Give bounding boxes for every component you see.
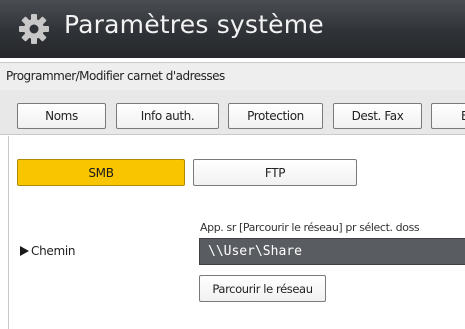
tab-partial[interactable]: E (431, 103, 465, 129)
tab-dest-fax[interactable]: Dest. Fax (333, 103, 422, 129)
tab-protection[interactable]: Protection (228, 103, 323, 129)
gear-icon (19, 14, 49, 44)
path-hint: App. sr [Parcourir le réseau] pr sélect.… (200, 221, 420, 234)
browse-network-button[interactable]: Parcourir le réseau (199, 275, 326, 302)
path-label: Chemin (20, 244, 76, 258)
page-subheader: Programmer/Modifier carnet d'adresses (0, 62, 465, 91)
arrow-right-icon (20, 246, 29, 256)
tab-bar: Noms Info auth. Protection Dest. Fax E (0, 90, 465, 135)
smb-button[interactable]: SMB (17, 159, 185, 186)
page-title: Programmer/Modifier carnet d'adresses (6, 69, 225, 83)
path-label-text: Chemin (31, 244, 76, 258)
path-input[interactable]: \\User\Share (199, 238, 465, 265)
title-bar: Paramètres système (0, 0, 465, 58)
window-title: Paramètres système (64, 10, 324, 39)
tab-noms[interactable]: Noms (17, 103, 106, 129)
tab-info-auth[interactable]: Info auth. (116, 103, 219, 129)
ftp-button[interactable]: FTP (193, 159, 357, 186)
